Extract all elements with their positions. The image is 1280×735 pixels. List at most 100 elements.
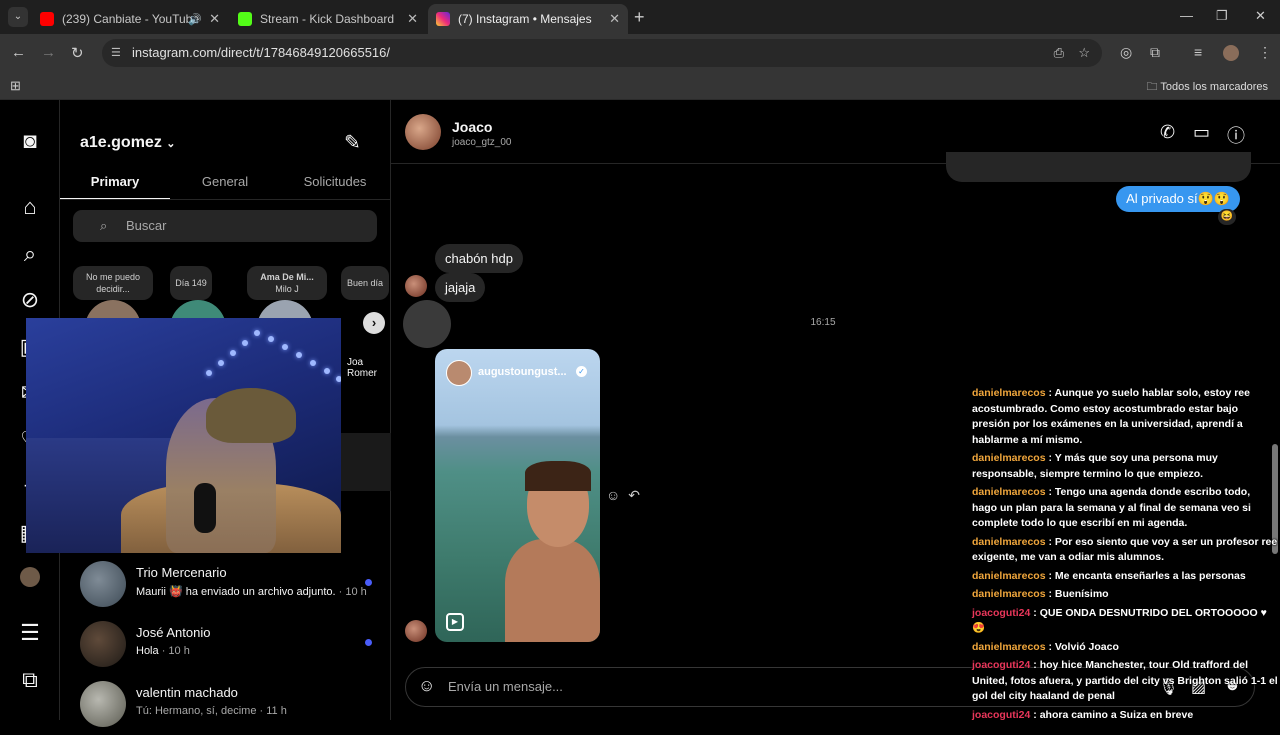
media-icon[interactable]: ≡ bbox=[1194, 44, 1202, 60]
chat-username: danielmarecos bbox=[972, 535, 1046, 548]
browser-tab-youtube[interactable]: (239) Canbiate - YouTube 🔊 ✕ bbox=[32, 4, 228, 34]
note-bubble[interactable]: Buen día bbox=[341, 266, 389, 300]
bookmarks-bar: ⊞ 🗀 Todos los marcadores bbox=[0, 72, 1280, 100]
close-icon[interactable]: ✕ bbox=[209, 11, 220, 27]
speaker-icon[interactable]: 🔊 bbox=[188, 13, 202, 26]
close-icon[interactable]: ✕ bbox=[609, 11, 620, 27]
all-bookmarks-label: Todos los marcadores bbox=[1160, 81, 1268, 93]
search-placeholder: Buscar bbox=[126, 218, 167, 233]
note-text: Buen día bbox=[346, 278, 384, 288]
apps-icon[interactable]: ⊞ bbox=[10, 78, 21, 94]
phone-icon[interactable]: ✆ bbox=[1160, 122, 1175, 143]
search-icon[interactable]: ⌕ bbox=[17, 241, 43, 267]
new-tab-button[interactable]: + bbox=[634, 7, 645, 28]
more-menu-icon[interactable]: ☰ bbox=[17, 620, 43, 646]
browser-tab-kick[interactable]: Stream - Kick Dashboard ✕ bbox=[230, 4, 426, 34]
chat-message: danielmarecos : Tengo una agenda donde e… bbox=[972, 486, 1251, 529]
tab-title: (239) Canbiate - YouTube bbox=[62, 12, 199, 26]
tab-search-icon[interactable]: ⌄ bbox=[8, 7, 28, 27]
chat-username: joacoguti24 bbox=[972, 606, 1031, 619]
chat-text: Buenísimo bbox=[1054, 588, 1109, 600]
conversation-row[interactable]: valentin machado Tú: Hermano, sí, decime… bbox=[60, 675, 391, 735]
previous-message-bubble bbox=[946, 152, 1251, 182]
maximize-button[interactable]: ❐ bbox=[1216, 8, 1228, 24]
info-icon[interactable]: ⓘ bbox=[1227, 122, 1245, 148]
tab-title: (7) Instagram • Mensajes bbox=[458, 12, 592, 26]
chat-message: danielmarecos : Volvió Joaco bbox=[972, 640, 1119, 653]
notes-next-icon[interactable]: › bbox=[363, 312, 385, 334]
note-text: Día 149 bbox=[175, 278, 207, 288]
address-bar[interactable]: ☰ instagram.com/direct/t/178468491206655… bbox=[102, 39, 1102, 67]
chat-message: danielmarecos : Y más que soy una person… bbox=[972, 452, 1218, 480]
window-close-button[interactable]: ✕ bbox=[1255, 8, 1266, 24]
chat-username: danielmarecos bbox=[972, 588, 1046, 600]
close-icon[interactable]: ✕ bbox=[407, 11, 418, 27]
search-input[interactable]: ⌕ Buscar bbox=[73, 210, 377, 242]
menu-icon[interactable]: ⋮ bbox=[1258, 44, 1272, 61]
browser-tab-bar: ⌄ (239) Canbiate - YouTube 🔊 ✕ Stream - … bbox=[0, 0, 1280, 34]
shared-reel[interactable]: augustoungust... ✓ ▶ bbox=[435, 349, 600, 642]
explore-icon[interactable]: ⊘ bbox=[17, 287, 43, 313]
back-button[interactable]: ← bbox=[11, 44, 26, 61]
note-bubble[interactable]: Ama De Mi... Milo J bbox=[247, 266, 327, 300]
sender-avatar[interactable] bbox=[405, 275, 427, 297]
message-reaction[interactable]: 😆 bbox=[1218, 209, 1236, 225]
tab-primary[interactable]: Primary bbox=[60, 174, 170, 189]
contact-avatar[interactable] bbox=[405, 114, 441, 150]
forward-button[interactable]: → bbox=[41, 44, 56, 61]
tab-title: Stream - Kick Dashboard bbox=[260, 12, 395, 26]
chat-username: danielmarecos bbox=[972, 640, 1046, 653]
video-call-icon[interactable]: ▭ bbox=[1193, 122, 1210, 143]
tab-general[interactable]: General bbox=[170, 174, 280, 189]
new-message-icon[interactable]: ✎ bbox=[344, 130, 361, 155]
conversation-name: José Antonio bbox=[136, 625, 211, 640]
also-from-meta-icon[interactable]: ⧉ bbox=[17, 667, 43, 693]
home-icon[interactable]: ⌂ bbox=[17, 194, 43, 220]
conversation-name: valentin machado bbox=[136, 685, 238, 700]
chat-username: joacoguti24 bbox=[972, 659, 1031, 671]
chat-text: ahora camino a Suiza en breve bbox=[1039, 708, 1194, 721]
browser-tab-instagram[interactable]: (7) Instagram • Mensajes ✕ bbox=[428, 4, 628, 34]
conversation-name: Trio Mercenario bbox=[136, 565, 227, 580]
site-info-icon[interactable]: ☰ bbox=[111, 39, 121, 67]
account-switcher[interactable]: a1e.gomez ⌄ bbox=[80, 134, 175, 152]
reply-icon[interactable]: ↶ bbox=[628, 487, 640, 503]
contact-name[interactable]: Joaco bbox=[452, 119, 492, 135]
note-bubble[interactable]: Día 149 bbox=[170, 266, 212, 300]
chat-message: danielmarecos : Buenísimo bbox=[972, 588, 1109, 600]
outgoing-message[interactable]: Al privado sí😲😲 bbox=[1116, 186, 1240, 212]
profile-avatar[interactable] bbox=[20, 567, 40, 587]
conversation-row[interactable]: Trio Mercenario Maurii 👹 ha enviado un a… bbox=[60, 555, 391, 615]
username: a1e.gomez bbox=[80, 134, 162, 151]
reel-person-hair bbox=[525, 461, 591, 491]
inbox-tabs: Primary General Solicitudes bbox=[60, 166, 391, 200]
incoming-message[interactable]: jajaja bbox=[435, 273, 486, 302]
incoming-message[interactable]: chabón hdp bbox=[435, 244, 523, 273]
chat-message: danielmarecos : Me encanta enseñarles a … bbox=[972, 569, 1246, 582]
url-text: instagram.com/direct/t/17846849120665516… bbox=[132, 45, 391, 60]
incognito-icon[interactable]: ◎ bbox=[1120, 44, 1132, 61]
reel-icon: ▶ bbox=[446, 613, 464, 631]
instagram-logo-icon[interactable]: ◙ bbox=[17, 128, 43, 154]
chat-message: joacoguti24 : hoy hice Manchester, tour … bbox=[972, 659, 1278, 702]
chevron-down-icon: ⌄ bbox=[166, 138, 176, 150]
profile-avatar[interactable] bbox=[1223, 45, 1239, 61]
emoji-icon[interactable]: ☺ bbox=[418, 676, 435, 696]
conversation-row[interactable]: José Antonio Hola · 10 h bbox=[60, 615, 391, 675]
minimize-button[interactable]: — bbox=[1180, 8, 1193, 23]
chat-message: joacoguti24 : QUE ONDA DESNUTRIDO DEL OR… bbox=[972, 606, 1267, 635]
note-bubble[interactable]: No me puedo decidir... bbox=[73, 266, 153, 300]
tab-requests[interactable]: Solicitudes bbox=[280, 174, 390, 189]
browser-toolbar: ← → ↻ ☰ instagram.com/direct/t/178468491… bbox=[0, 34, 1280, 72]
reload-button[interactable]: ↻ bbox=[71, 44, 84, 62]
conversation-preview: Tú: Hermano, sí, decime bbox=[136, 705, 257, 717]
extensions-icon[interactable]: ⧉ bbox=[1150, 44, 1160, 61]
sender-avatar[interactable] bbox=[405, 620, 427, 642]
react-icon[interactable]: ☺ bbox=[606, 487, 620, 503]
all-bookmarks[interactable]: 🗀 Todos los marcadores bbox=[1147, 78, 1268, 97]
bookmark-star-icon[interactable]: ☆ bbox=[1078, 39, 1090, 67]
instagram-app: ◙ ⌂ ⌕ ⊘ ▣ ✉ ♡ + ▦ ☰ ⧉ a1e.gomez ⌄ ✎ Prim… bbox=[0, 100, 1280, 727]
install-icon[interactable]: ⎙ bbox=[1054, 39, 1064, 67]
reel-author-name: augustoungust... bbox=[478, 366, 567, 378]
chat-username: danielmarecos bbox=[972, 569, 1046, 582]
